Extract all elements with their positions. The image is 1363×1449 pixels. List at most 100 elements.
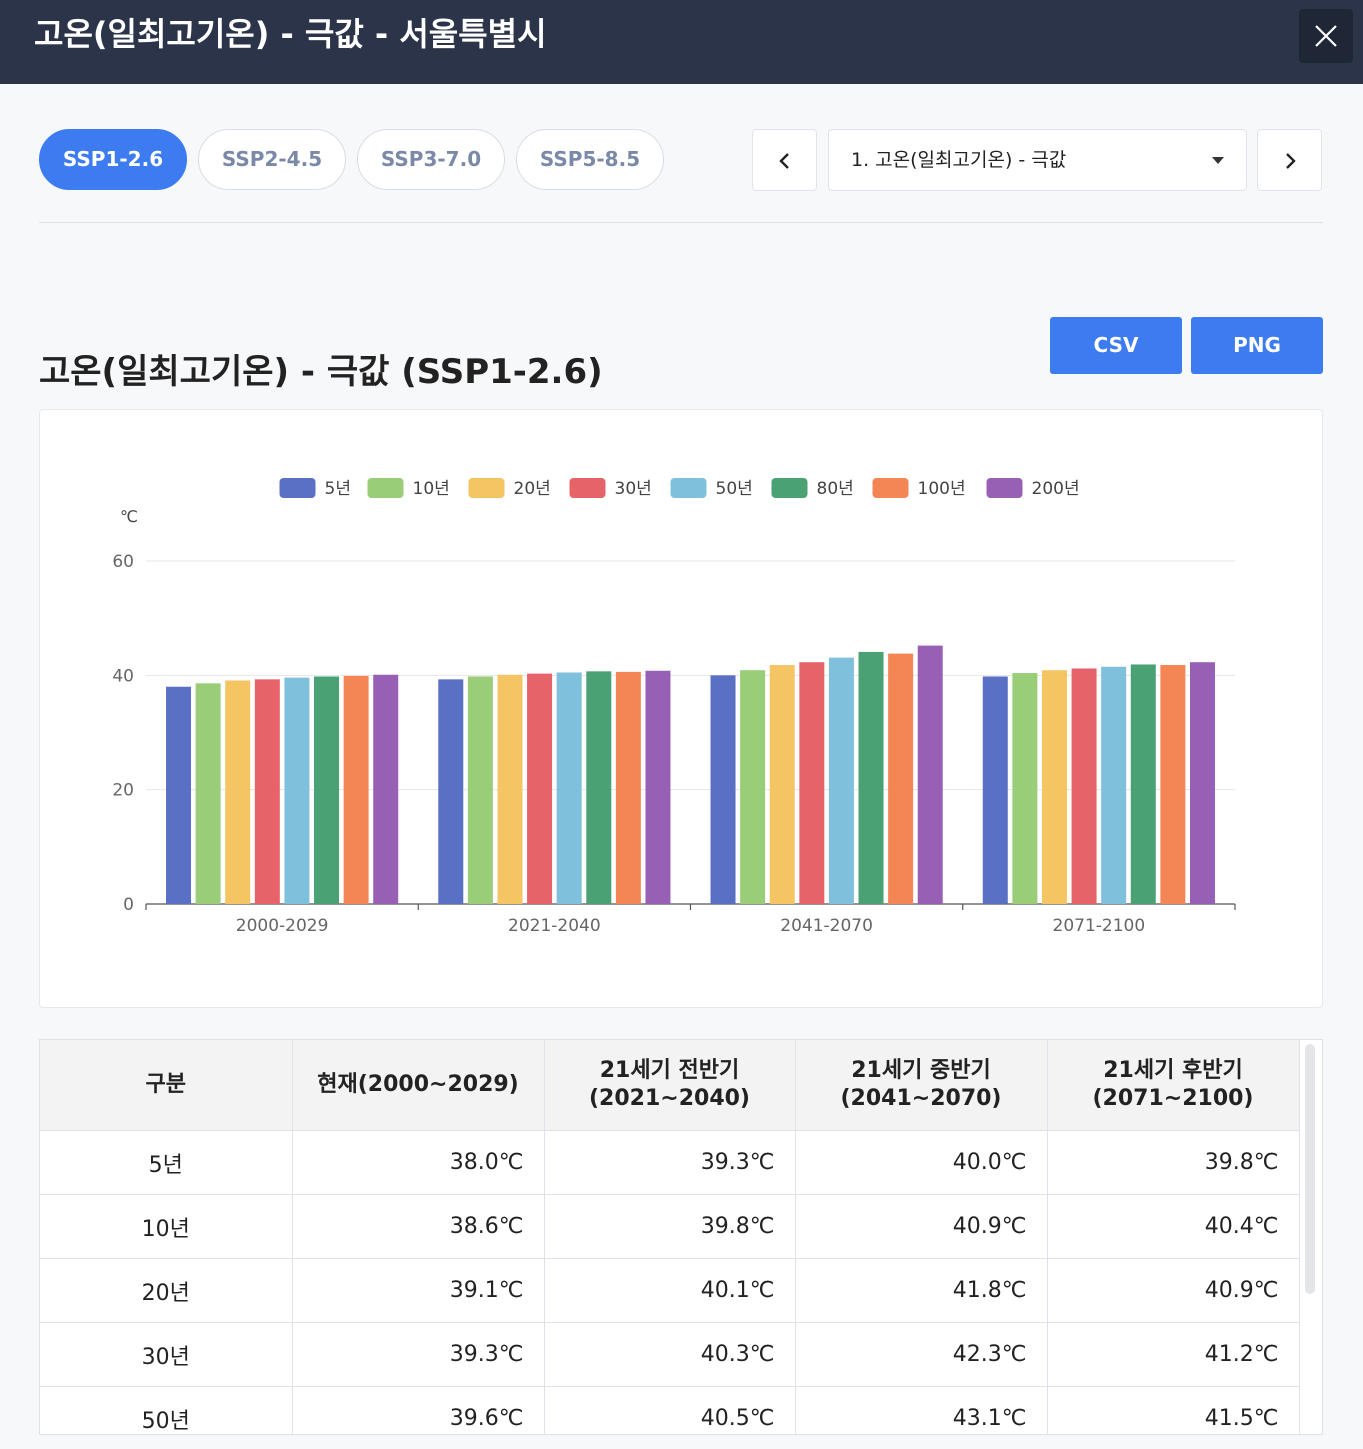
legend-label: 10년 — [413, 479, 450, 499]
legend-swatch — [367, 478, 404, 498]
table-row: 10년 38.6℃ 39.8℃ 40.9℃ 40.4℃ — [40, 1194, 1300, 1259]
bar — [166, 686, 192, 904]
value-cell: 39.1℃ — [292, 1258, 545, 1323]
table-header-cell: 21세기 후반기 (2071~2100) — [1047, 1040, 1300, 1131]
table-header-cell: 구분 — [40, 1040, 293, 1131]
bar — [710, 675, 736, 904]
bar — [1189, 662, 1215, 904]
value-cell: 40.0℃ — [795, 1130, 1048, 1195]
x-tick-label: 2021-2040 — [508, 916, 601, 936]
data-table: 구분 현재(2000~2029) 21세기 전반기 (2021~2040) 21세기 중… — [40, 1040, 1300, 1434]
legend-label: 100년 — [918, 479, 966, 499]
legend-swatch — [279, 478, 316, 498]
value-cell: 42.3℃ — [795, 1322, 1048, 1387]
indicator-select[interactable]: 1. 고온(일최고기온) - 극값 — [828, 129, 1247, 191]
value-cell: 40.4℃ — [1047, 1194, 1300, 1259]
bar — [438, 679, 464, 904]
divider — [39, 222, 1323, 223]
value-cell: 40.9℃ — [1047, 1258, 1300, 1323]
table-header-cell: 21세기 중반기 (2041~2070) — [795, 1040, 1048, 1131]
bar — [1101, 666, 1127, 904]
value-cell: 43.1℃ — [795, 1386, 1048, 1434]
value-cell: 39.6℃ — [292, 1386, 545, 1434]
table-body: 5년 38.0℃ 39.3℃ 40.0℃ 39.8℃ 10년 38.6℃ 39.8℃ 40.9℃… — [40, 1130, 1300, 1434]
close-button[interactable] — [1299, 9, 1353, 63]
legend-swatch — [670, 478, 707, 498]
bar — [615, 671, 641, 904]
modal-title: 고온(일최고기온) - 극값 - 서울특별시 — [34, 15, 547, 53]
bar — [556, 672, 582, 904]
close-icon — [1315, 25, 1337, 47]
x-tick-label: 2041-2070 — [780, 916, 873, 936]
chevron-right-icon — [1286, 153, 1296, 169]
table-header-cell: 21세기 전반기 (2021~2040) — [544, 1040, 796, 1131]
y-tick-label: 40 — [112, 666, 134, 686]
value-cell: 40.5℃ — [544, 1386, 796, 1434]
modal-header: 고온(일최고기온) - 극값 - 서울특별시 — [0, 0, 1363, 84]
bar — [225, 680, 251, 904]
value-cell: 39.3℃ — [292, 1322, 545, 1387]
row-label-cell: 10년 — [40, 1194, 293, 1259]
csv-download-button[interactable]: CSV — [1050, 317, 1182, 374]
legend-swatch — [771, 478, 808, 498]
y-axis-unit-label: ℃ — [120, 507, 138, 526]
row-label-cell: 30년 — [40, 1322, 293, 1387]
tab-ssp2-4-5[interactable]: SSP2-4.5 — [198, 129, 346, 190]
bar-chart: 0 20 40 60 ℃ 2000-2029 2021-2040 2041-2070 2071-… — [112, 478, 1236, 936]
legend-label: 5년 — [325, 479, 351, 499]
tab-ssp5-8-5[interactable]: SSP5-8.5 — [516, 129, 664, 190]
legend-label: 20년 — [514, 479, 551, 499]
bar — [195, 683, 221, 904]
value-cell: 41.5℃ — [1047, 1386, 1300, 1434]
row-label-cell: 5년 — [40, 1130, 293, 1195]
chart-title: 고온(일최고기온) - 극값 (SSP1-2.6) — [39, 352, 603, 392]
prev-indicator-button[interactable] — [752, 129, 817, 191]
bar — [343, 675, 369, 904]
legend-label: 80년 — [817, 479, 854, 499]
legend-swatch — [468, 478, 505, 498]
bar — [1130, 664, 1156, 904]
bar — [1160, 665, 1186, 904]
bar — [1012, 673, 1038, 904]
table-header-row: 구분 현재(2000~2029) 21세기 전반기 (2021~2040) 21세기 중… — [40, 1040, 1300, 1131]
next-indicator-button[interactable] — [1257, 129, 1322, 191]
tab-ssp3-7-0[interactable]: SSP3-7.0 — [357, 129, 505, 190]
x-tick-label: 2000-2029 — [236, 916, 329, 936]
row-label-cell: 50년 — [40, 1386, 293, 1434]
bar — [740, 670, 766, 904]
table-row: 20년 39.1℃ 40.1℃ 41.8℃ 40.9℃ — [40, 1258, 1300, 1323]
indicator-select-value: 1. 고온(일최고기온) - 극값 — [851, 149, 1067, 171]
bar — [586, 671, 612, 904]
bar — [858, 651, 884, 904]
table-row: 50년 39.6℃ 40.5℃ 43.1℃ 41.5℃ — [40, 1386, 1300, 1434]
png-download-button[interactable]: PNG — [1191, 317, 1323, 374]
y-tick-label: 0 — [123, 895, 134, 915]
chart-card: 0 20 40 60 ℃ 2000-2029 2021-2040 2041-2070 2071-… — [39, 409, 1323, 1008]
bar — [284, 677, 310, 904]
x-tick-label: 2071-2100 — [1053, 916, 1146, 936]
bar — [1071, 668, 1097, 904]
bar — [828, 657, 854, 904]
legend-label: 200년 — [1032, 479, 1080, 499]
bar — [917, 645, 943, 904]
table-scrollbar[interactable] — [1305, 1044, 1315, 1294]
y-tick-label: 20 — [112, 781, 134, 801]
bar — [982, 676, 1008, 904]
y-tick-label: 60 — [112, 552, 134, 572]
value-cell: 41.8℃ — [795, 1258, 1048, 1323]
bar — [314, 676, 340, 904]
legend-swatch — [569, 478, 606, 498]
bar — [888, 653, 914, 904]
legend-swatch — [986, 478, 1023, 498]
legend-label: 30년 — [615, 479, 652, 499]
bar — [769, 665, 795, 904]
value-cell: 40.1℃ — [544, 1258, 796, 1323]
bar — [467, 676, 493, 904]
value-cell: 38.6℃ — [292, 1194, 545, 1259]
caret-down-icon — [1212, 157, 1224, 164]
value-cell: 41.2℃ — [1047, 1322, 1300, 1387]
value-cell: 38.0℃ — [292, 1130, 545, 1195]
table-header-cell: 현재(2000~2029) — [292, 1040, 545, 1131]
tab-ssp1-2-6[interactable]: SSP1-2.6 — [39, 129, 187, 190]
legend-swatch — [872, 478, 909, 498]
